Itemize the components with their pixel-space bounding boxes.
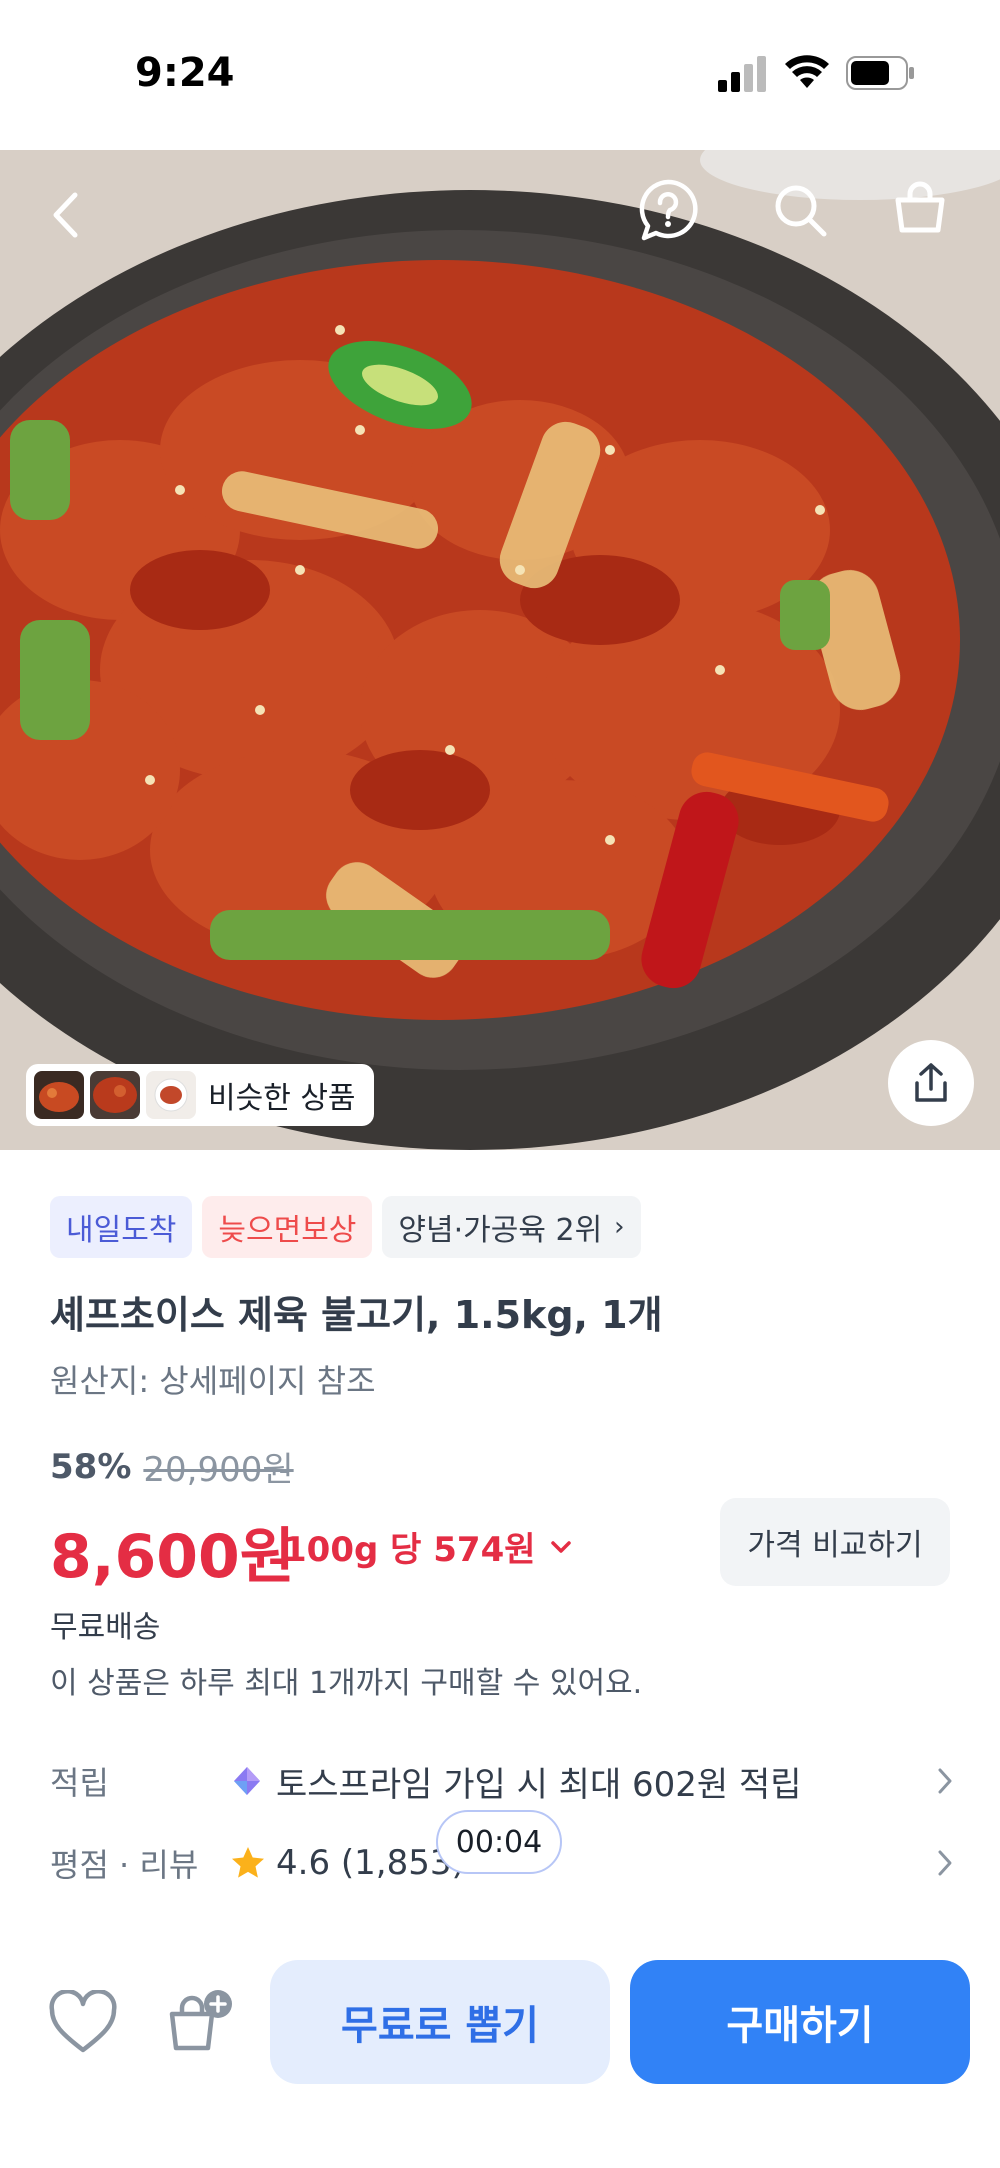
category-rank-label: 양념·가공육 2위 [398,1213,603,1248]
sale-price: 8,600원 [50,1522,295,1592]
product-photo [0,150,1000,1150]
price-compare-button[interactable]: 가격 비교하기 [720,1498,950,1586]
heart-icon[interactable] [48,1990,118,2056]
chevron-right-icon [938,1768,952,1794]
wifi-icon [785,55,829,88]
battery-icon [846,56,914,90]
points-value: 토스프라임 가입 시 최대 602원 적립 [276,1764,802,1805]
points-row[interactable]: 적립 토스프라임 가입 시 최대 602원 적립 [50,1746,952,1816]
chevron-right-icon: › [614,1212,625,1242]
help-button[interactable] [633,175,703,245]
cart-button[interactable] [885,172,955,244]
chevron-down-icon [550,1540,571,1553]
tomorrow-delivery-badge: 내일도착 [50,1196,193,1258]
free-draw-button[interactable]: 무료로 뽑기 [270,1960,610,2084]
cellular-signal-icon [718,56,766,92]
search-button[interactable] [765,175,835,245]
similar-thumbnail [34,1071,84,1119]
product-origin: 원산지: 상세페이지 참조 [50,1362,376,1400]
category-rank-badge[interactable]: 양념·가공육 2위 › [382,1196,641,1258]
late-compensation-badge: 늦으면보상 [202,1196,373,1258]
unit-price: 100g 당 574원 [283,1530,536,1570]
review-value-wrap: 4.6 (1,853) [230,1843,465,1883]
share-icon [915,1063,947,1102]
similar-thumbnail [146,1071,196,1119]
discount-rate: 58% [50,1446,132,1487]
star-icon [232,1847,264,1878]
search-icon [775,185,827,237]
points-label: 적립 [50,1764,109,1802]
product-image[interactable]: 비슷한 상품 [0,150,1000,1150]
back-icon [53,192,78,238]
chevron-right-icon [938,1850,952,1876]
product-title: 셰프초이스 제육 불고기, 1.5kg, 1개 [50,1293,663,1337]
similar-products-button[interactable]: 비슷한 상품 [26,1064,374,1126]
similar-products-label: 비슷한 상품 [208,1081,356,1116]
status-bar: 9:24 [0,0,1000,150]
discount-row: 58% 20,900원 [50,1442,294,1491]
points-value-wrap: 토스프라임 가입 시 최대 602원 적립 [230,1757,802,1806]
back-button[interactable] [40,180,90,250]
help-icon [639,179,698,241]
gift-icon[interactable] [164,1986,236,2058]
purchase-limit-notice: 이 상품은 하루 최대 1개까지 구매할 수 있어요. [50,1666,643,1701]
status-time: 9:24 [135,50,235,96]
toss-prime-icon [234,1767,260,1795]
timer-badge: 00:04 [436,1810,562,1874]
free-shipping-label: 무료배송 [50,1610,161,1645]
original-price: 20,900원 [143,1450,294,1490]
unit-price-toggle[interactable]: 100g 당 574원 [283,1522,572,1571]
badge-row: 내일도착 늦으면보상 양념·가공육 2위 › [50,1196,641,1258]
bottom-action-bar: 무료로 뽑기 구매하기 [0,1940,1000,2168]
buy-button[interactable]: 구매하기 [630,1960,970,2084]
cart-icon [895,181,945,233]
share-button[interactable] [888,1040,974,1126]
similar-thumbnail [90,1071,140,1119]
review-label: 평점 · 리뷰 [50,1846,199,1884]
